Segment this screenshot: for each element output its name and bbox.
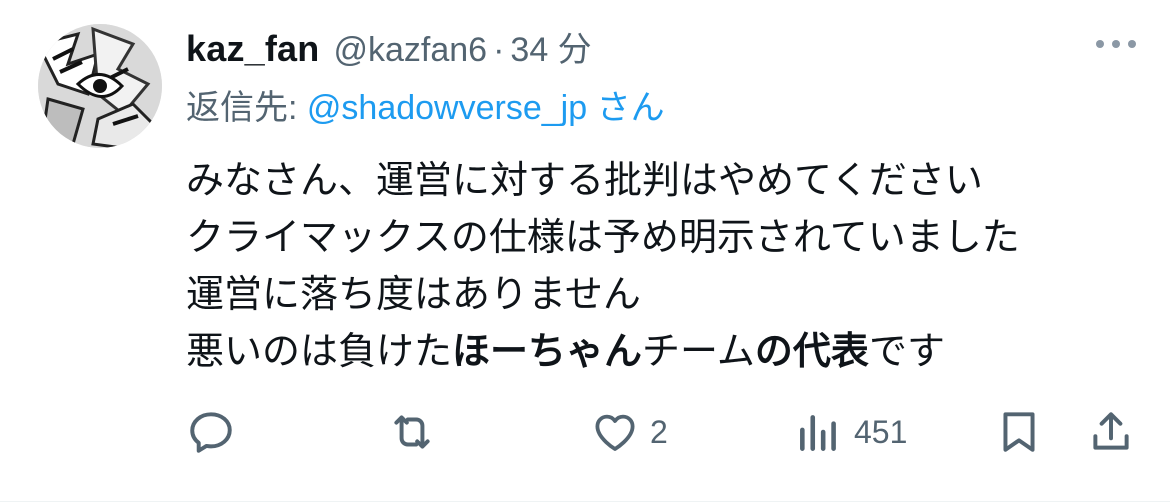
avatar[interactable]: [38, 24, 162, 148]
tweet-text: みなさん、運営に対する批判はやめてください クライマックスの仕様は予め明示されて…: [186, 152, 1146, 380]
tweet-text-line: 運営に落ち度はありません: [186, 272, 641, 316]
tweet-header: kaz_fan @kazfan6 · 34 分: [186, 22, 592, 70]
bookmark-button[interactable]: [994, 400, 1044, 464]
user-handle[interactable]: @kazfan6: [333, 31, 487, 70]
views-button[interactable]: 451: [794, 400, 907, 464]
views-icon: [800, 415, 836, 451]
more-dot-icon: [1128, 40, 1136, 48]
tweet-text-line: 悪いのは負けたほーちゃんチームの代表です: [186, 323, 1146, 380]
tweet[interactable]: kaz_fan @kazfan6 · 34 分 返信先: @shadowvers…: [0, 0, 1170, 502]
repost-icon: [394, 415, 430, 449]
share-button[interactable]: [1086, 400, 1136, 464]
reply-suffix: さん: [587, 89, 665, 127]
timestamp[interactable]: 34 分: [510, 22, 591, 71]
reply-mention-link[interactable]: @shadowverse_jp: [307, 89, 587, 127]
text-bold-segment: ほーちゃん: [452, 329, 643, 373]
bookmark-icon: [1003, 412, 1035, 452]
text-segment: 悪いのは負けた: [186, 329, 453, 373]
views-count: 451: [854, 413, 908, 450]
share-icon: [1093, 412, 1129, 450]
reply-prefix: 返信先:: [186, 89, 307, 127]
tweet-text-line: みなさん、運営に対する批判はやめてください: [186, 158, 983, 202]
like-button[interactable]: 2: [590, 400, 668, 464]
text-bold-segment: の: [754, 329, 793, 373]
reply-icon: [190, 412, 232, 453]
more-dot-icon: [1112, 40, 1120, 48]
reply-button[interactable]: [186, 400, 236, 464]
text-bold-segment: 代表: [792, 329, 869, 373]
display-name[interactable]: kaz_fan: [186, 28, 319, 70]
more-options-button[interactable]: [1092, 34, 1140, 54]
heart-icon: [595, 414, 635, 451]
reply-to-line: 返信先: @shadowverse_jp さん: [186, 80, 665, 129]
separator-dot: ·: [493, 31, 505, 69]
like-count: 2: [650, 413, 668, 450]
repost-button[interactable]: [386, 400, 438, 464]
tweet-text-line: クライマックスの仕様は予め明示されていました: [186, 215, 1020, 259]
action-bar: 2 451: [0, 400, 1170, 464]
more-dot-icon: [1096, 40, 1104, 48]
text-segment: チーム: [642, 329, 755, 373]
avatar-image: [38, 24, 162, 148]
text-segment: です: [868, 329, 945, 373]
